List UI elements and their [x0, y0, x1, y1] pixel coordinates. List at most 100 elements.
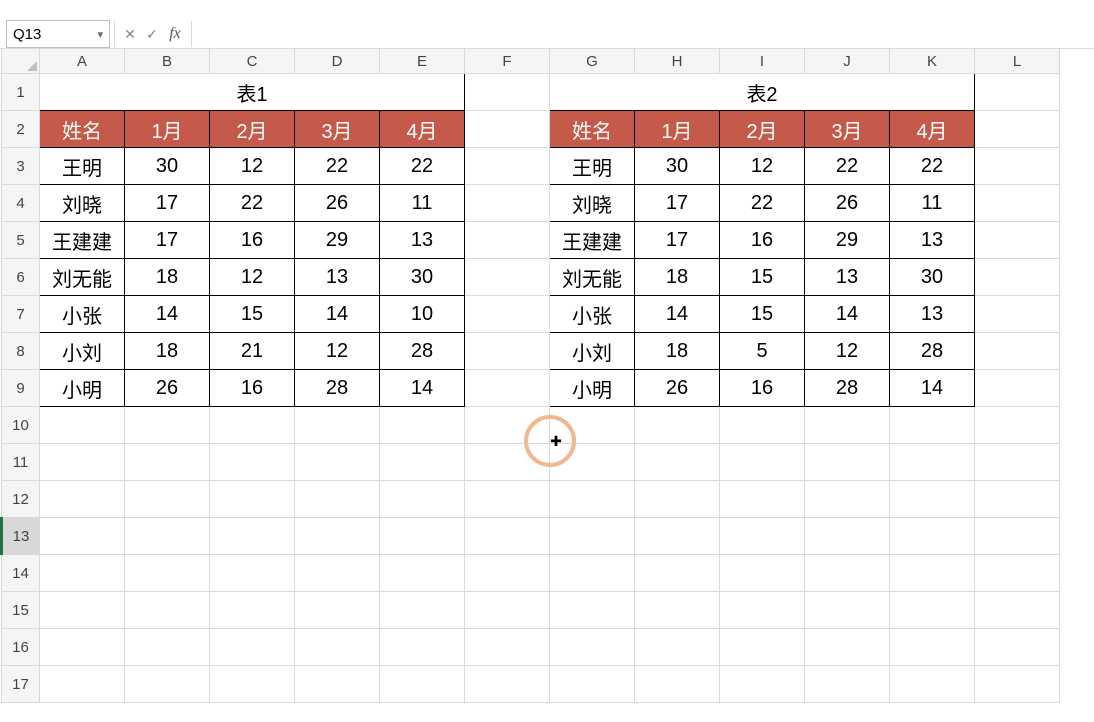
cell-A13[interactable]: [40, 518, 125, 555]
fx-icon[interactable]: fx: [163, 25, 187, 43]
cell-K11[interactable]: [890, 444, 975, 481]
cell-A11[interactable]: [40, 444, 125, 481]
cell-L13[interactable]: [975, 518, 1060, 555]
cell-L6[interactable]: [975, 259, 1060, 296]
cell-K13[interactable]: [890, 518, 975, 555]
cell-B11[interactable]: [125, 444, 210, 481]
cell-J12[interactable]: [805, 481, 890, 518]
table2-cell-r5-c3[interactable]: 12: [805, 333, 890, 370]
cell-D10[interactable]: [295, 407, 380, 444]
cell-H11[interactable]: [635, 444, 720, 481]
cell-F1[interactable]: [465, 74, 550, 111]
table2-cell-r1-c4[interactable]: 11: [890, 185, 975, 222]
table1-cell-r2-c2[interactable]: 16: [210, 222, 295, 259]
cell-B10[interactable]: [125, 407, 210, 444]
table2-cell-r6-c2[interactable]: 16: [720, 370, 805, 407]
cell-A17[interactable]: [40, 666, 125, 703]
name-box[interactable]: Q13 ▾: [6, 20, 110, 48]
row-header-1[interactable]: 1: [2, 74, 40, 111]
cell-J17[interactable]: [805, 666, 890, 703]
cell-H12[interactable]: [635, 481, 720, 518]
cell-I11[interactable]: [720, 444, 805, 481]
cell-E15[interactable]: [380, 592, 465, 629]
column-header-C[interactable]: C: [210, 49, 295, 74]
table2-cell-r3-c2[interactable]: 15: [720, 259, 805, 296]
cell-H17[interactable]: [635, 666, 720, 703]
table2-cell-r0-c1[interactable]: 30: [635, 148, 720, 185]
table1-cell-r5-c0[interactable]: 小刘: [40, 333, 125, 370]
cell-F16[interactable]: [465, 629, 550, 666]
cell-D12[interactable]: [295, 481, 380, 518]
table2-cell-r4-c3[interactable]: 14: [805, 296, 890, 333]
chevron-down-icon[interactable]: ▾: [97, 28, 103, 41]
table2-cell-r5-c4[interactable]: 28: [890, 333, 975, 370]
table2-cell-r0-c2[interactable]: 12: [720, 148, 805, 185]
cell-F10[interactable]: [465, 407, 550, 444]
table2-title[interactable]: 表2: [550, 74, 975, 111]
cell-D16[interactable]: [295, 629, 380, 666]
table1-cell-r5-c3[interactable]: 12: [295, 333, 380, 370]
cell-G12[interactable]: [550, 481, 635, 518]
table1-header-2[interactable]: 2月: [210, 111, 295, 148]
row-header-8[interactable]: 8: [2, 333, 40, 370]
table1-cell-r2-c1[interactable]: 17: [125, 222, 210, 259]
row-header-15[interactable]: 15: [2, 592, 40, 629]
cell-E13[interactable]: [380, 518, 465, 555]
table1-cell-r6-c2[interactable]: 16: [210, 370, 295, 407]
cell-B13[interactable]: [125, 518, 210, 555]
cell-F4[interactable]: [465, 185, 550, 222]
cell-L10[interactable]: [975, 407, 1060, 444]
cell-E12[interactable]: [380, 481, 465, 518]
cell-F11[interactable]: [465, 444, 550, 481]
row-header-7[interactable]: 7: [2, 296, 40, 333]
table1-cell-r3-c2[interactable]: 12: [210, 259, 295, 296]
table1-cell-r0-c4[interactable]: 22: [380, 148, 465, 185]
cell-B17[interactable]: [125, 666, 210, 703]
cell-L8[interactable]: [975, 333, 1060, 370]
cell-G10[interactable]: [550, 407, 635, 444]
table1-title[interactable]: 表1: [40, 74, 465, 111]
row-header-4[interactable]: 4: [2, 185, 40, 222]
column-header-G[interactable]: G: [550, 49, 635, 74]
cell-E17[interactable]: [380, 666, 465, 703]
row-header-13[interactable]: 13: [2, 518, 40, 555]
table2-cell-r2-c2[interactable]: 16: [720, 222, 805, 259]
cell-I14[interactable]: [720, 555, 805, 592]
table2-cell-r6-c3[interactable]: 28: [805, 370, 890, 407]
enter-formula-button[interactable]: ✓: [141, 23, 163, 45]
row-header-10[interactable]: 10: [2, 407, 40, 444]
cell-C17[interactable]: [210, 666, 295, 703]
row-header-11[interactable]: 11: [2, 444, 40, 481]
cell-J10[interactable]: [805, 407, 890, 444]
cell-G13[interactable]: [550, 518, 635, 555]
cell-K17[interactable]: [890, 666, 975, 703]
cell-C10[interactable]: [210, 407, 295, 444]
column-header-I[interactable]: I: [720, 49, 805, 74]
table1-cell-r1-c0[interactable]: 刘晓: [40, 185, 125, 222]
cell-I12[interactable]: [720, 481, 805, 518]
table2-cell-r2-c0[interactable]: 王建建: [550, 222, 635, 259]
cell-D13[interactable]: [295, 518, 380, 555]
table2-header-0[interactable]: 姓名: [550, 111, 635, 148]
cell-J15[interactable]: [805, 592, 890, 629]
cell-B12[interactable]: [125, 481, 210, 518]
cell-L9[interactable]: [975, 370, 1060, 407]
table2-cell-r4-c4[interactable]: 13: [890, 296, 975, 333]
table1-cell-r1-c2[interactable]: 22: [210, 185, 295, 222]
cell-F8[interactable]: [465, 333, 550, 370]
table2-cell-r0-c0[interactable]: 王明: [550, 148, 635, 185]
table2-cell-r0-c3[interactable]: 22: [805, 148, 890, 185]
cell-C11[interactable]: [210, 444, 295, 481]
table1-cell-r1-c3[interactable]: 26: [295, 185, 380, 222]
column-header-H[interactable]: H: [635, 49, 720, 74]
cell-H13[interactable]: [635, 518, 720, 555]
table2-header-2[interactable]: 2月: [720, 111, 805, 148]
cell-F5[interactable]: [465, 222, 550, 259]
table2-cell-r3-c1[interactable]: 18: [635, 259, 720, 296]
table1-cell-r6-c4[interactable]: 14: [380, 370, 465, 407]
cell-J16[interactable]: [805, 629, 890, 666]
cell-K12[interactable]: [890, 481, 975, 518]
table2-cell-r5-c2[interactable]: 5: [720, 333, 805, 370]
cell-L16[interactable]: [975, 629, 1060, 666]
table1-cell-r3-c1[interactable]: 18: [125, 259, 210, 296]
